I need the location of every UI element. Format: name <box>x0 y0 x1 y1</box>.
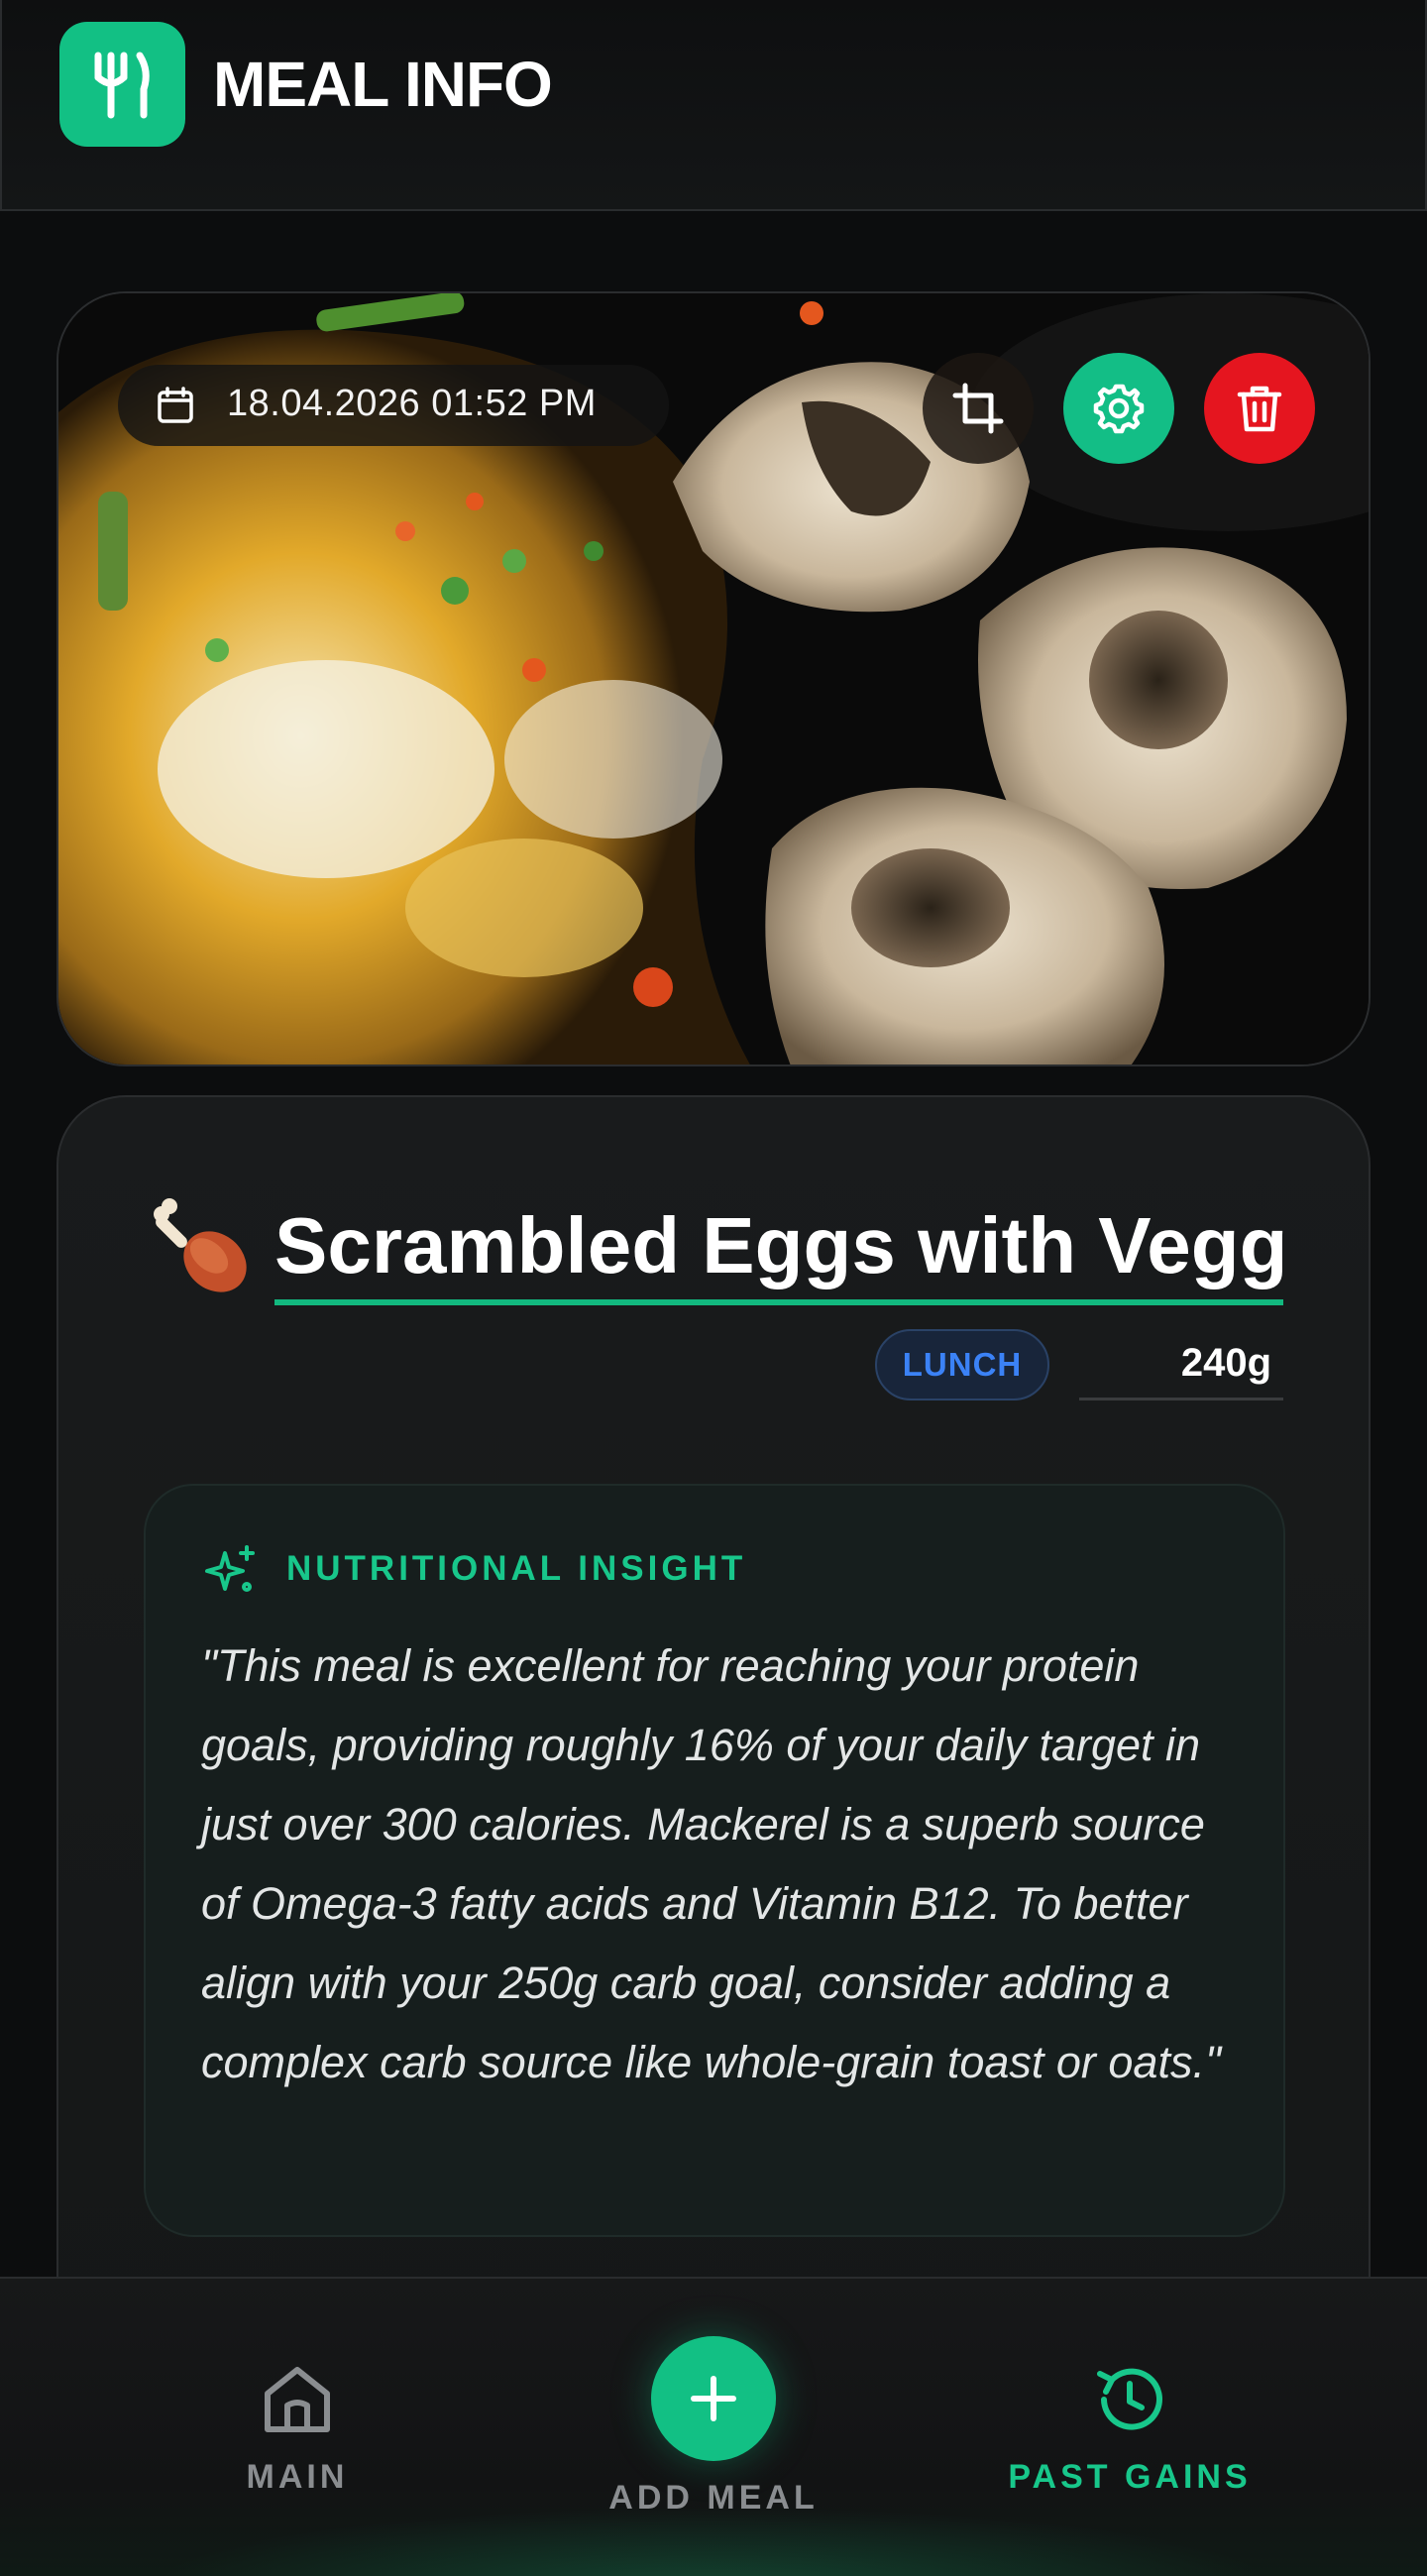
insight-title: NUTRITIONAL INSIGHT <box>286 1549 747 1588</box>
meal-name-input[interactable]: Scrambled Eggs with Veggi <box>274 1194 1283 1305</box>
nav-item-main[interactable]: MAIN <box>188 2360 406 2497</box>
crop-icon <box>952 383 1004 434</box>
nav-item-add-meal[interactable]: ADD MEAL <box>555 2336 872 2518</box>
delete-button[interactable] <box>1204 353 1315 464</box>
nav-label-past-gains: PAST GAINS <box>1008 2458 1252 2496</box>
page-title: MEAL INFO <box>213 49 553 120</box>
fork-knife-icon <box>59 22 185 147</box>
nav-label-add-meal: ADD MEAL <box>608 2479 819 2517</box>
home-icon <box>265 2367 330 2432</box>
app-header: MEAL INFO <box>0 0 1427 211</box>
plus-icon <box>691 2376 736 2421</box>
meal-date-text: 18.04.2026 01:52 PM <box>227 383 597 424</box>
meal-date-chip[interactable]: 18.04.2026 01:52 PM <box>118 365 669 446</box>
poultry-leg-icon <box>154 1198 247 1292</box>
history-icon <box>1097 2368 1162 2430</box>
nutritional-insight-panel: NUTRITIONAL INSIGHT "This meal is excell… <box>144 1484 1285 2237</box>
nav-item-past-gains[interactable]: PAST GAINS <box>971 2360 1288 2497</box>
trash-icon <box>1237 386 1282 432</box>
add-meal-button[interactable] <box>651 2336 776 2461</box>
meal-photo[interactable]: 18.04.2026 01:52 PM <box>56 291 1371 1066</box>
calendar-icon <box>158 387 193 423</box>
settings-button[interactable] <box>1063 353 1174 464</box>
sparkles-icon <box>205 1545 255 1592</box>
weight-input[interactable]: 240g <box>1079 1329 1283 1400</box>
gear-icon <box>1093 384 1145 434</box>
nav-label-main: MAIN <box>246 2458 349 2496</box>
crop-button[interactable] <box>923 353 1034 464</box>
meal-type-badge[interactable]: LUNCH <box>875 1329 1049 1400</box>
insight-text: "This meal is excellent for reaching you… <box>201 1640 1221 2087</box>
bottom-navigation: MAIN ADD MEAL PAST GAINS <box>0 2277 1427 2576</box>
